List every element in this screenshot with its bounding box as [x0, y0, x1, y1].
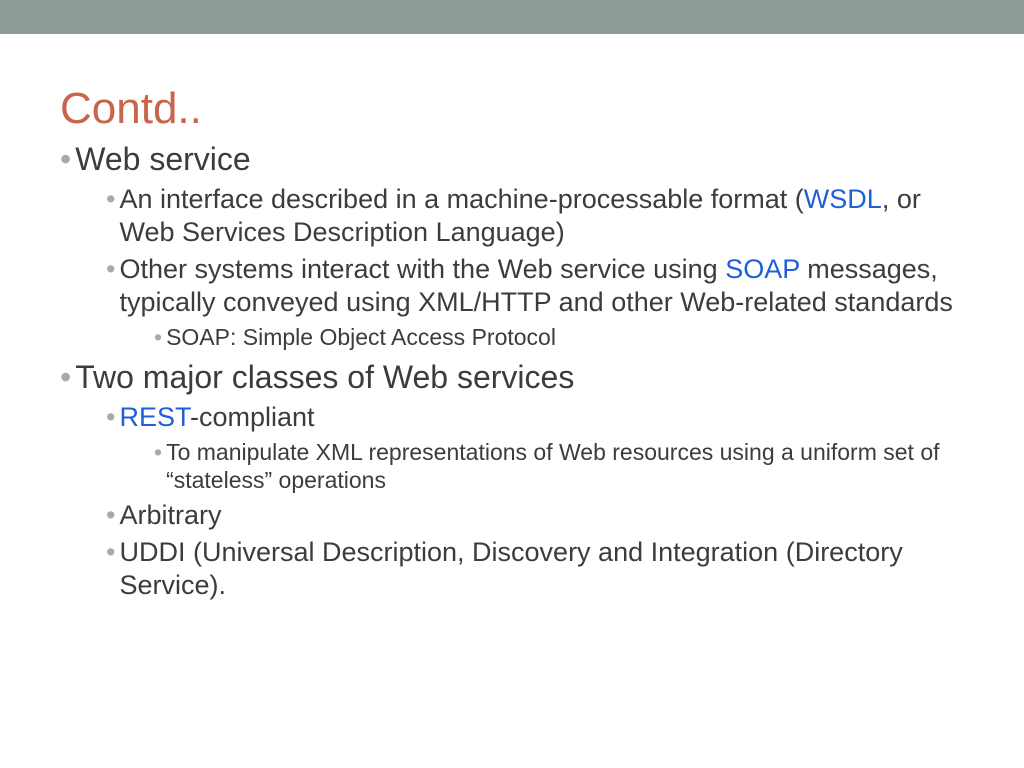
bullet-icon: •	[106, 253, 115, 286]
text-post: -compliant	[190, 402, 315, 432]
bullet-soap-def: • SOAP: Simple Object Access Protocol	[60, 323, 964, 352]
bullet-text: SOAP: Simple Object Access Protocol	[166, 323, 964, 352]
bullet-text: Two major classes of Web services	[75, 358, 964, 397]
bullet-icon: •	[154, 438, 162, 467]
text-pre: Other systems interact with the Web serv…	[119, 254, 725, 284]
bullet-web-service: • Web service	[60, 140, 964, 179]
bullet-rest-def: • To manipulate XML representations of W…	[60, 438, 964, 496]
bullet-text: Arbitrary	[119, 499, 964, 532]
bullet-icon: •	[154, 323, 162, 352]
slide-top-bar	[0, 0, 1024, 34]
link-wsdl[interactable]: WSDL	[804, 184, 882, 214]
bullet-text: Other systems interact with the Web serv…	[119, 253, 964, 319]
link-rest[interactable]: REST	[119, 402, 190, 432]
link-soap[interactable]: SOAP	[725, 254, 800, 284]
slide-title: Contd..	[60, 84, 964, 134]
bullet-wsdl: • An interface described in a machine-pr…	[60, 183, 964, 249]
slide-content: Contd.. • Web service • An interface des…	[0, 34, 1024, 602]
bullet-text: UDDI (Universal Description, Discovery a…	[119, 536, 964, 602]
bullet-icon: •	[60, 358, 71, 397]
bullet-icon: •	[60, 140, 71, 179]
bullet-uddi: • UDDI (Universal Description, Discovery…	[60, 536, 964, 602]
bullet-text: An interface described in a machine-proc…	[119, 183, 964, 249]
text-pre: An interface described in a machine-proc…	[119, 184, 803, 214]
bullet-icon: •	[106, 536, 115, 569]
bullet-text: REST-compliant	[119, 401, 964, 434]
bullet-rest: • REST-compliant	[60, 401, 964, 434]
bullet-arbitrary: • Arbitrary	[60, 499, 964, 532]
bullet-two-classes: • Two major classes of Web services	[60, 358, 964, 397]
bullet-text: Web service	[75, 140, 964, 179]
bullet-text: To manipulate XML representations of Web…	[166, 438, 964, 496]
bullet-icon: •	[106, 499, 115, 532]
bullet-soap: • Other systems interact with the Web se…	[60, 253, 964, 319]
bullet-icon: •	[106, 401, 115, 434]
bullet-icon: •	[106, 183, 115, 216]
